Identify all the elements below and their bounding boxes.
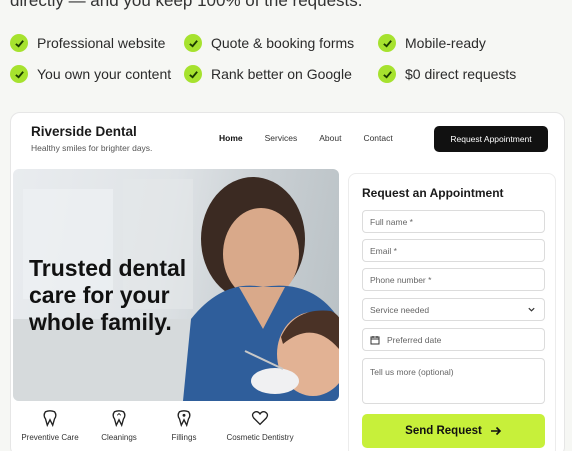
check-icon — [10, 65, 28, 83]
calendar-icon — [370, 335, 380, 344]
site-navbar: Riverside Dental Healthy smiles for brig… — [11, 113, 564, 165]
feature-item: Mobile-ready — [378, 34, 486, 52]
tooth-sparkle-icon — [112, 410, 126, 427]
nav-link-services[interactable]: Services — [265, 133, 298, 143]
service-cosmetic-dentistry[interactable]: Cosmetic Dentistry — [221, 409, 299, 442]
arrow-right-icon — [490, 426, 501, 436]
date-placeholder: Preferred date — [387, 334, 442, 345]
hero-image: Trusted dental care for your whole famil… — [13, 169, 339, 401]
tooth-icon — [43, 410, 57, 427]
check-icon — [10, 34, 28, 52]
brand-tagline: Healthy smiles for brighter days. — [31, 143, 153, 153]
email-field[interactable]: Email * — [362, 239, 545, 262]
appointment-form: Request an Appointment Full name * Email… — [348, 173, 556, 451]
service-select-value: Service needed — [370, 304, 430, 315]
email-placeholder: Email * — [370, 245, 397, 256]
feature-label: Quote & booking forms — [211, 35, 355, 51]
feature-label: Professional website — [37, 35, 166, 51]
feature-item: $0 direct requests — [378, 65, 516, 83]
service-select[interactable]: Service needed — [362, 298, 545, 321]
full-name-placeholder: Full name * — [370, 216, 413, 227]
nav-link-about[interactable]: About — [319, 133, 341, 143]
service-label: Preventive Care — [21, 433, 79, 442]
feature-item: You own your content — [10, 65, 171, 83]
check-icon — [378, 65, 396, 83]
check-icon — [184, 65, 202, 83]
date-field[interactable]: Preferred date — [362, 328, 545, 351]
headline-text: directly — and you keep 100% of the requ… — [10, 0, 363, 10]
hero-heading: Trusted dental care for your whole famil… — [29, 255, 187, 335]
service-label: Fillings — [171, 433, 197, 442]
message-placeholder: Tell us more (optional) — [370, 367, 454, 377]
feature-label: Rank better on Google — [211, 66, 352, 82]
nav-links: Home Services About Contact — [219, 133, 415, 143]
chevron-down-icon — [528, 307, 535, 312]
form-title: Request an Appointment — [362, 186, 504, 200]
phone-placeholder: Phone number * — [370, 274, 432, 285]
brand-name[interactable]: Riverside Dental — [31, 124, 137, 139]
check-icon — [378, 34, 396, 52]
feature-item: Professional website — [10, 34, 165, 52]
message-textarea[interactable]: Tell us more (optional) — [362, 358, 545, 404]
feature-label: $0 direct requests — [405, 66, 517, 82]
website-preview-card: Riverside Dental Healthy smiles for brig… — [10, 112, 565, 451]
send-request-button[interactable]: Send Request — [362, 414, 545, 448]
feature-item: Quote & booking forms — [184, 34, 354, 52]
check-icon — [184, 34, 202, 52]
send-request-label: Send Request — [405, 425, 482, 437]
feature-item: Rank better on Google — [184, 65, 352, 83]
services-row: Preventive Care Cleanings Fillings Cosme… — [11, 409, 341, 451]
feature-label: Mobile-ready — [405, 35, 486, 51]
service-label: Cleanings — [101, 433, 137, 442]
nav-link-home[interactable]: Home — [219, 133, 243, 143]
service-fillings[interactable]: Fillings — [161, 409, 207, 442]
service-preventive-care[interactable]: Preventive Care — [19, 409, 81, 442]
nav-link-contact[interactable]: Contact — [363, 133, 392, 143]
service-label: Cosmetic Dentistry — [226, 433, 294, 442]
phone-field[interactable]: Phone number * — [362, 268, 545, 291]
full-name-field[interactable]: Full name * — [362, 210, 545, 233]
service-cleanings[interactable]: Cleanings — [91, 409, 147, 442]
feature-label: You own your content — [37, 66, 172, 82]
request-appointment-button[interactable]: Request Appointment — [434, 126, 548, 152]
heart-icon — [251, 411, 269, 426]
tooth-filling-icon — [177, 410, 191, 427]
